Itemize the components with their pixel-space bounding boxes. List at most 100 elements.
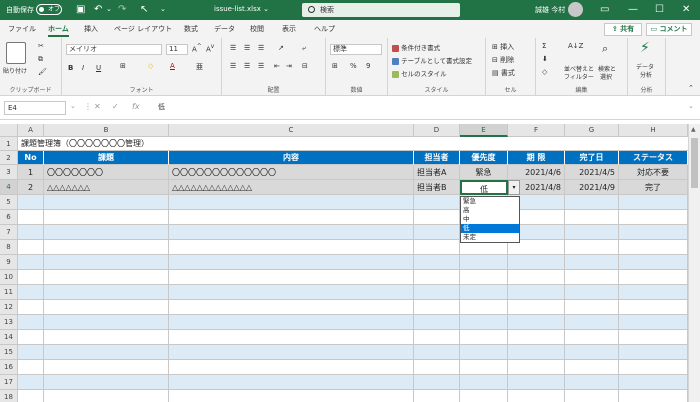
- grid-cell[interactable]: [565, 270, 619, 285]
- grid-cell[interactable]: [460, 330, 508, 345]
- column-header-h[interactable]: H: [619, 124, 688, 137]
- dropdown-option[interactable]: 未定: [461, 233, 519, 242]
- paste-button[interactable]: 貼り付け: [3, 66, 27, 75]
- row-header-1[interactable]: 1: [0, 137, 18, 151]
- row-header-7[interactable]: 7: [0, 225, 18, 240]
- grid-cell[interactable]: [565, 225, 619, 240]
- grid-cell[interactable]: [18, 285, 44, 300]
- cell-styles-button[interactable]: セルのスタイル: [392, 68, 447, 78]
- select-all-corner[interactable]: [0, 124, 18, 137]
- undo-dropdown-icon[interactable]: ⌄: [106, 3, 112, 16]
- grid-cell[interactable]: [44, 225, 169, 240]
- expand-formula-bar-icon[interactable]: ⌄: [688, 102, 694, 110]
- table-cell-done[interactable]: 2021/4/9: [565, 180, 619, 195]
- column-header-a[interactable]: A: [18, 124, 44, 137]
- grid-cell[interactable]: [44, 300, 169, 315]
- table-cell-priority[interactable]: 緊急: [460, 165, 508, 180]
- grid-cell[interactable]: [44, 210, 169, 225]
- grid-cell[interactable]: [414, 225, 460, 240]
- maximize-icon[interactable]: ☐: [655, 3, 664, 16]
- grid-cell[interactable]: [18, 195, 44, 210]
- autosave-toggle[interactable]: オフ: [36, 4, 62, 15]
- cursor-icon[interactable]: ↖: [140, 3, 148, 16]
- dropdown-option[interactable]: 緊急: [461, 197, 519, 206]
- grid-cell[interactable]: [44, 360, 169, 375]
- row-header-12[interactable]: 12: [0, 300, 18, 315]
- sheet-title[interactable]: 課題管理簿（〇〇〇〇〇〇〇管理）: [18, 137, 688, 151]
- scrollbar-thumb[interactable]: [691, 138, 698, 188]
- row-header-5[interactable]: 5: [0, 195, 18, 210]
- paste-icon[interactable]: [6, 42, 26, 64]
- dropdown-option[interactable]: 高: [461, 206, 519, 215]
- grid-cell[interactable]: [414, 330, 460, 345]
- grid-cell[interactable]: [565, 375, 619, 390]
- column-header-b[interactable]: B: [44, 124, 169, 137]
- currency-icon[interactable]: ⊞: [332, 62, 338, 70]
- fill-color-icon[interactable]: ◇: [148, 62, 153, 70]
- grid-cell[interactable]: [18, 240, 44, 255]
- conditional-format-button[interactable]: 条件付き書式: [392, 42, 440, 52]
- copy-icon[interactable]: ⧉: [38, 55, 43, 64]
- table-header-1[interactable]: 課題: [44, 151, 169, 165]
- ribbon-display-icon[interactable]: ▭: [600, 3, 609, 16]
- grid-cell[interactable]: [414, 210, 460, 225]
- delete-cells-button[interactable]: ⊟ 削除: [492, 55, 514, 65]
- grid-cell[interactable]: [619, 375, 688, 390]
- phonetic-icon[interactable]: 亜: [196, 62, 203, 72]
- grid-cell[interactable]: [565, 330, 619, 345]
- row-header-13[interactable]: 13: [0, 315, 18, 330]
- grid-cell[interactable]: [169, 195, 414, 210]
- grid-cell[interactable]: [460, 315, 508, 330]
- table-cell-issue[interactable]: 〇〇〇〇〇〇〇: [44, 165, 169, 180]
- grid-cell[interactable]: [565, 315, 619, 330]
- table-cell-content[interactable]: 〇〇〇〇〇〇〇〇〇〇〇〇〇: [169, 165, 414, 180]
- grid-cell[interactable]: [565, 300, 619, 315]
- row-header-9[interactable]: 9: [0, 255, 18, 270]
- merge-center-icon[interactable]: ⊟: [302, 62, 308, 70]
- row-header-11[interactable]: 11: [0, 285, 18, 300]
- grid-cell[interactable]: [414, 285, 460, 300]
- grid-cell[interactable]: [18, 360, 44, 375]
- row-header-6[interactable]: 6: [0, 210, 18, 225]
- align-left-icon[interactable]: ☰: [230, 62, 236, 70]
- align-right-icon[interactable]: ☰: [258, 62, 264, 70]
- grid-cell[interactable]: [414, 345, 460, 360]
- grid-cell[interactable]: [44, 255, 169, 270]
- analyze-data-icon[interactable]: ⚡: [640, 40, 650, 56]
- table-cell-no[interactable]: 1: [18, 165, 44, 180]
- grid-cell[interactable]: [460, 255, 508, 270]
- grid-cell[interactable]: [169, 390, 414, 402]
- cut-icon[interactable]: ✂: [38, 42, 44, 50]
- grid-cell[interactable]: [44, 345, 169, 360]
- grid-cell[interactable]: [460, 345, 508, 360]
- grid-cell[interactable]: [169, 255, 414, 270]
- tab-home[interactable]: ホーム: [48, 24, 69, 37]
- table-cell-owner[interactable]: 担当者A: [414, 165, 460, 180]
- tab-review[interactable]: 校閲: [250, 24, 264, 34]
- grid-cell[interactable]: [508, 270, 565, 285]
- grid-cell[interactable]: [619, 345, 688, 360]
- dropdown-option[interactable]: 中: [461, 215, 519, 224]
- grid-cell[interactable]: [414, 360, 460, 375]
- grid-cell[interactable]: [169, 285, 414, 300]
- table-cell-status[interactable]: 完了: [619, 180, 688, 195]
- grid-cell[interactable]: [619, 300, 688, 315]
- grid-cell[interactable]: [44, 375, 169, 390]
- table-header-5[interactable]: 期 限: [508, 151, 565, 165]
- grid-cell[interactable]: [619, 195, 688, 210]
- grid-cell[interactable]: [508, 285, 565, 300]
- grid-cell[interactable]: [169, 225, 414, 240]
- table-header-4[interactable]: 優先度: [460, 151, 508, 165]
- align-center-icon[interactable]: ☰: [244, 62, 250, 70]
- shrink-font-icon[interactable]: Av: [206, 44, 214, 53]
- grid-cell[interactable]: [619, 315, 688, 330]
- search-box[interactable]: 検索: [302, 3, 460, 17]
- grid-cell[interactable]: [414, 390, 460, 402]
- tab-formulas[interactable]: 数式: [184, 24, 198, 34]
- increase-indent-icon[interactable]: ⇥: [286, 62, 292, 70]
- column-header-d[interactable]: D: [414, 124, 460, 137]
- format-as-table-button[interactable]: テーブルとして書式設定: [392, 55, 472, 65]
- column-header-g[interactable]: G: [565, 124, 619, 137]
- worksheet-grid[interactable]: A B C D E F G H 1 2 3 4 5 6 7 8 9 10 11 12 13 14 15 16 17 18 課題管理簿…: [0, 124, 688, 402]
- table-cell-due[interactable]: 2021/4/6: [508, 165, 565, 180]
